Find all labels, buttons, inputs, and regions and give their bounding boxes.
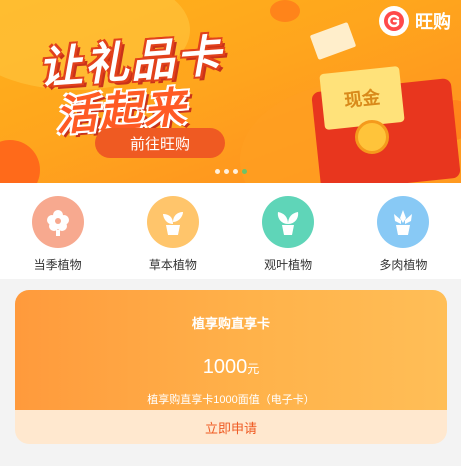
category-nav: 当季植物 草本植物 观叶植物 多肉植物 — [0, 183, 461, 279]
price-value: 1000 — [202, 356, 248, 378]
coin-icon — [355, 120, 389, 154]
category-herbal-plants[interactable]: 草本植物 — [123, 183, 223, 279]
carousel-indicator[interactable] — [215, 169, 247, 174]
price-unit: 元 — [247, 362, 260, 376]
cash-card: 现金 — [319, 65, 405, 131]
card-price: 1000元 — [15, 356, 447, 379]
gift-card-offer[interactable]: 植享购直享卡 1000元 植享购直享卡1000面值（电子卡） 立即申请 — [15, 290, 447, 444]
category-label: 草本植物 — [148, 258, 197, 272]
promo-banner[interactable]: 旺购 让礼品卡 活起来 前往旺购 现金 — [0, 0, 461, 183]
banner-cta-button[interactable]: 前往旺购 — [95, 128, 225, 158]
brand: 旺购 — [379, 6, 451, 36]
gift-card-face: 植享购直享卡 1000元 植享购直享卡1000面值（电子卡） — [15, 290, 447, 410]
category-label: 观叶植物 — [264, 258, 313, 272]
leafy-plant-icon — [262, 196, 315, 248]
category-seasonal-plants[interactable]: 当季植物 — [8, 183, 108, 279]
category-succulent-plants[interactable]: 多肉植物 — [353, 183, 453, 279]
banner-decoration — [270, 0, 300, 22]
card-description: 植享购直享卡1000面值（电子卡） — [147, 394, 315, 406]
category-label: 多肉植物 — [379, 258, 428, 272]
card-title: 植享购直享卡 — [191, 316, 270, 331]
banner-decoration — [0, 140, 40, 183]
carousel-dot-active[interactable] — [242, 169, 247, 174]
succulent-icon — [377, 196, 430, 248]
banknote-icon — [309, 21, 357, 61]
sprout-icon — [146, 196, 199, 248]
apply-now-button[interactable]: 立即申请 — [15, 410, 447, 444]
flower-icon — [31, 196, 84, 248]
carousel-dot[interactable] — [215, 169, 220, 174]
brand-name: 旺购 — [415, 12, 451, 32]
category-label: 当季植物 — [33, 258, 82, 272]
brand-logo-icon — [379, 6, 409, 36]
carousel-dot[interactable] — [233, 169, 238, 174]
carousel-dot[interactable] — [224, 169, 229, 174]
category-foliage-plants[interactable]: 观叶植物 — [238, 183, 338, 279]
